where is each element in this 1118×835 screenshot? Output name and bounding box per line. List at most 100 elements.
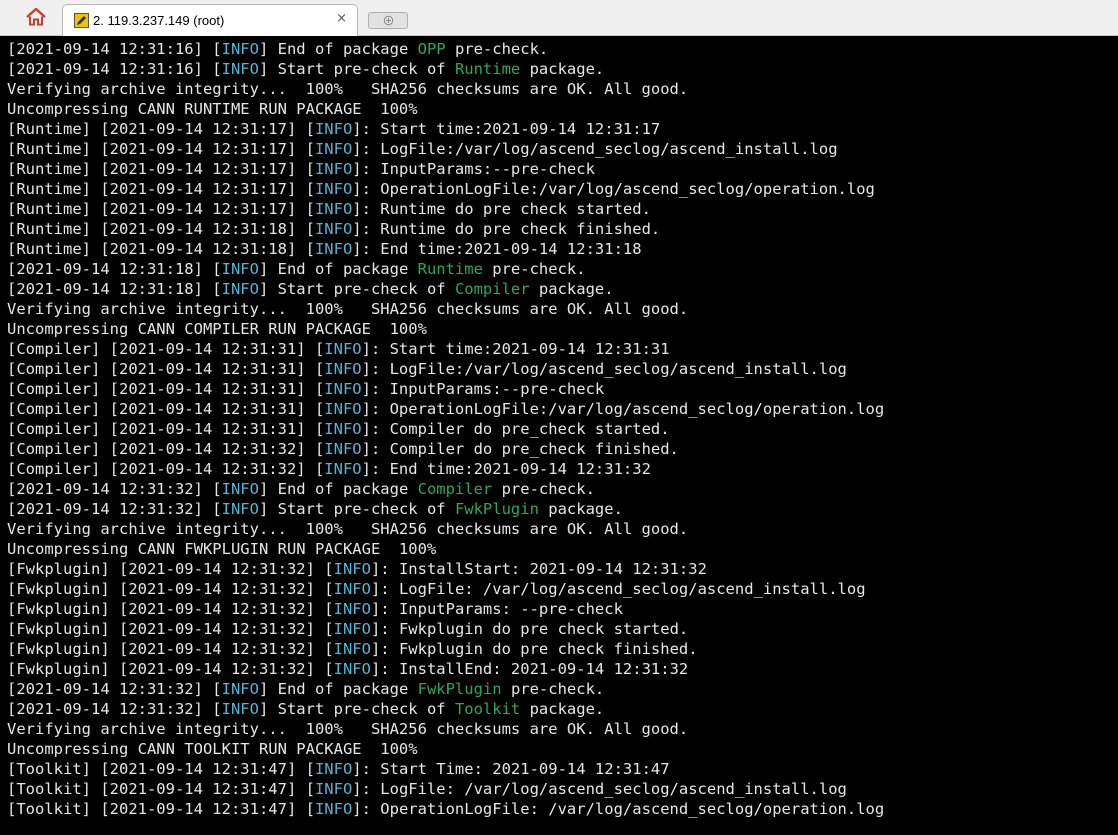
- log-text: [2021-09-14 12:31:16] [: [7, 60, 222, 78]
- terminal-line: [Runtime] [2021-09-14 12:31:18] [INFO]: …: [7, 219, 884, 239]
- log-text: Verifying archive integrity... 100% SHA2…: [7, 300, 689, 318]
- add-tab-icon: [383, 11, 394, 30]
- log-text: [2021-09-14 12:31:32] [: [7, 480, 222, 498]
- log-level: INFO: [333, 620, 371, 638]
- package-name: Runtime: [417, 260, 483, 278]
- tab-title: 2. 119.3.237.149 (root): [93, 13, 225, 28]
- log-text: ] Start pre-check of: [258, 500, 455, 518]
- terminal-line: [Toolkit] [2021-09-14 12:31:47] [INFO]: …: [7, 799, 884, 819]
- terminal-line: [Compiler] [2021-09-14 12:31:31] [INFO]:…: [7, 339, 884, 359]
- terminal-line: [Toolkit] [2021-09-14 12:31:47] [INFO]: …: [7, 759, 884, 779]
- terminal-line: [Runtime] [2021-09-14 12:31:17] [INFO]: …: [7, 179, 884, 199]
- log-level: INFO: [221, 60, 259, 78]
- terminal-line: Verifying archive integrity... 100% SHA2…: [7, 519, 884, 539]
- log-text: Verifying archive integrity... 100% SHA2…: [7, 520, 689, 538]
- package-name: Compiler: [417, 480, 493, 498]
- terminal-line: Uncompressing CANN RUNTIME RUN PACKAGE 1…: [7, 99, 884, 119]
- log-text: [Runtime] [2021-09-14 12:31:17] [: [7, 140, 315, 158]
- log-level: INFO: [333, 660, 371, 678]
- terminal-line: Uncompressing CANN TOOLKIT RUN PACKAGE 1…: [7, 739, 884, 759]
- log-text: Verifying archive integrity... 100% SHA2…: [7, 80, 689, 98]
- terminal-line: [Fwkplugin] [2021-09-14 12:31:32] [INFO]…: [7, 579, 884, 599]
- log-text: ]: InputParams:--pre-check: [352, 160, 595, 178]
- log-level: INFO: [314, 120, 353, 138]
- log-level: INFO: [333, 560, 371, 578]
- log-text: ]: End time:2021-09-14 12:31:32: [361, 460, 651, 478]
- package-name: FwkPlugin: [417, 680, 502, 698]
- terminal-line: [Compiler] [2021-09-14 12:31:31] [INFO]:…: [7, 379, 884, 399]
- log-text: package.: [538, 500, 623, 518]
- home-button[interactable]: [14, 6, 58, 32]
- log-text: [Fwkplugin] [2021-09-14 12:31:32] [: [7, 640, 334, 658]
- package-name: Toolkit: [454, 700, 521, 718]
- log-text: ]: Start time:2021-09-14 12:31:17: [352, 120, 661, 138]
- log-level: INFO: [221, 500, 259, 518]
- log-text: Uncompressing CANN RUNTIME RUN PACKAGE 1…: [7, 100, 418, 118]
- log-level: INFO: [221, 40, 259, 58]
- log-text: [2021-09-14 12:31:18] [: [7, 260, 222, 278]
- log-text: ]: Fwkplugin do pre check finished.: [370, 640, 698, 658]
- log-text: ]: InputParams:--pre-check: [361, 380, 605, 398]
- log-text: ]: LogFile:/var/log/ascend_seclog/ascend…: [352, 140, 838, 158]
- log-text: [2021-09-14 12:31:16] [: [7, 40, 222, 58]
- terminal-line: Verifying archive integrity... 100% SHA2…: [7, 299, 884, 319]
- log-level: INFO: [221, 260, 259, 278]
- terminal-line: [2021-09-14 12:31:16] [INFO] Start pre-c…: [7, 59, 884, 79]
- log-level: INFO: [221, 280, 259, 298]
- log-text: [Compiler] [2021-09-14 12:31:31] [: [7, 340, 325, 358]
- log-text: ]: LogFile: /var/log/ascend_seclog/ascen…: [352, 780, 847, 798]
- log-text: pre-check.: [445, 40, 549, 58]
- log-text: [Compiler] [2021-09-14 12:31:32] [: [7, 460, 325, 478]
- log-text: ]: Start time:2021-09-14 12:31:31: [361, 340, 670, 358]
- log-text: [Toolkit] [2021-09-14 12:31:47] [: [7, 780, 315, 798]
- session-tab[interactable]: 2. 119.3.237.149 (root) ×: [62, 4, 358, 36]
- log-text: ] Start pre-check of: [258, 280, 455, 298]
- terminal-line: Uncompressing CANN COMPILER RUN PACKAGE …: [7, 319, 884, 339]
- log-text: ]: InstallStart: 2021-09-14 12:31:32: [370, 560, 707, 578]
- log-text: ]: Compiler do pre_check finished.: [361, 440, 679, 458]
- new-tab-button[interactable]: [368, 12, 408, 29]
- log-text: package.: [520, 60, 605, 78]
- terminal-line: [Fwkplugin] [2021-09-14 12:31:32] [INFO]…: [7, 659, 884, 679]
- package-name: Runtime: [454, 60, 521, 78]
- log-level: INFO: [314, 780, 353, 798]
- terminal-line: [Runtime] [2021-09-14 12:31:17] [INFO]: …: [7, 199, 884, 219]
- log-level: INFO: [314, 160, 353, 178]
- log-text: ]: OperationLogFile:/var/log/ascend_secl…: [361, 400, 885, 418]
- log-level: INFO: [314, 760, 353, 778]
- log-text: ]: End time:2021-09-14 12:31:18: [352, 240, 642, 258]
- log-text: ] End of package: [258, 40, 418, 58]
- log-text: Uncompressing CANN TOOLKIT RUN PACKAGE 1…: [7, 740, 418, 758]
- log-level: INFO: [314, 240, 353, 258]
- terminal-output[interactable]: [2021-09-14 12:31:16] [INFO] End of pack…: [0, 36, 1118, 835]
- log-text: [Compiler] [2021-09-14 12:31:31] [: [7, 420, 325, 438]
- log-text: [Fwkplugin] [2021-09-14 12:31:32] [: [7, 560, 334, 578]
- tab-bar: 2. 119.3.237.149 (root) ×: [0, 0, 1118, 36]
- terminal-line: Verifying archive integrity... 100% SHA2…: [7, 719, 884, 739]
- log-level: INFO: [314, 200, 353, 218]
- log-text: ]: Start Time: 2021-09-14 12:31:47: [352, 760, 670, 778]
- log-text: ]: OperationLogFile:/var/log/ascend_secl…: [352, 180, 875, 198]
- log-text: Uncompressing CANN FWKPLUGIN RUN PACKAGE…: [7, 540, 437, 558]
- terminal-line: [Fwkplugin] [2021-09-14 12:31:32] [INFO]…: [7, 619, 884, 639]
- log-text: [2021-09-14 12:31:32] [: [7, 500, 222, 518]
- log-text: ]: LogFile: /var/log/ascend_seclog/ascen…: [370, 580, 866, 598]
- terminal-line: [Runtime] [2021-09-14 12:31:17] [INFO]: …: [7, 159, 884, 179]
- log-text: [Runtime] [2021-09-14 12:31:18] [: [7, 240, 315, 258]
- log-level: INFO: [324, 360, 362, 378]
- package-name: FwkPlugin: [454, 500, 539, 518]
- log-text: [2021-09-14 12:31:18] [: [7, 280, 222, 298]
- log-text: [Runtime] [2021-09-14 12:31:17] [: [7, 120, 315, 138]
- log-level: INFO: [221, 700, 259, 718]
- log-text: ]: LogFile:/var/log/ascend_seclog/ascend…: [361, 360, 847, 378]
- package-name: OPP: [417, 40, 446, 58]
- log-level: INFO: [324, 440, 362, 458]
- log-level: INFO: [314, 800, 353, 818]
- log-text: ]: Compiler do pre_check started.: [361, 420, 670, 438]
- terminal-lines: [2021-09-14 12:31:16] [INFO] End of pack…: [7, 39, 884, 819]
- log-text: ] End of package: [258, 260, 418, 278]
- close-tab-button[interactable]: ×: [336, 11, 347, 27]
- terminal-line: [2021-09-14 12:31:32] [INFO] End of pack…: [7, 679, 884, 699]
- log-level: INFO: [324, 420, 362, 438]
- terminal-line: [Toolkit] [2021-09-14 12:31:47] [INFO]: …: [7, 779, 884, 799]
